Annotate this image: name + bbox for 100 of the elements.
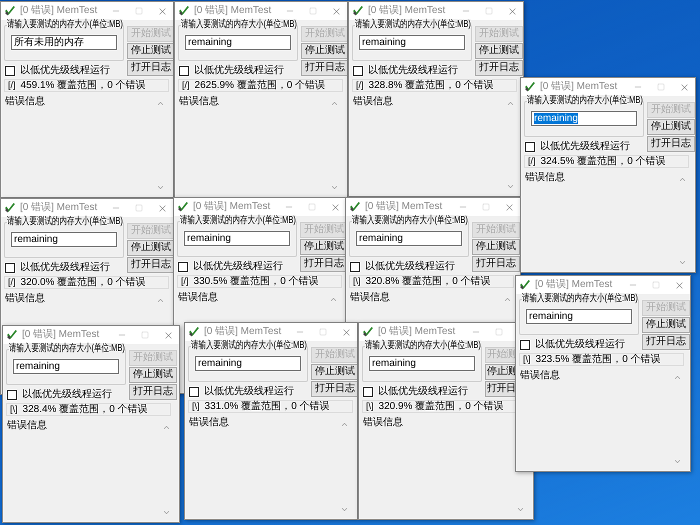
- maximize-icon[interactable]: [135, 7, 143, 15]
- maximize-icon[interactable]: [135, 204, 143, 212]
- window-title: [0 错误] MemTest: [22, 330, 100, 340]
- scroll-up-icon[interactable]: [340, 420, 348, 429]
- spinner-text: [/]: [8, 81, 16, 90]
- action-button[interactable]: 停止测试: [472, 239, 520, 255]
- checkbox-label: 以低优先级线程运行: [368, 66, 458, 76]
- checkbox[interactable]: [179, 66, 189, 76]
- checkbox[interactable]: [5, 66, 15, 76]
- status-text: 320.0% 覆盖范围，0 个错误: [20, 278, 146, 288]
- checkbox[interactable]: [525, 142, 535, 152]
- scroll-up-icon[interactable]: [678, 175, 686, 184]
- close-icon[interactable]: [163, 330, 174, 340]
- maximize-icon[interactable]: [652, 281, 660, 289]
- scroll-down-icon[interactable]: [330, 183, 338, 192]
- action-button[interactable]: 打开日志: [475, 60, 523, 76]
- action-button[interactable]: 停止测试: [127, 43, 173, 59]
- log-label: 错误信息: [352, 97, 393, 107]
- window-title: [0 错误] MemTest: [368, 6, 446, 16]
- scroll-down-icon[interactable]: [340, 505, 348, 514]
- close-icon[interactable]: [157, 6, 168, 16]
- scroll-down-icon[interactable]: [162, 508, 170, 517]
- checkbox[interactable]: [5, 263, 15, 273]
- close-icon[interactable]: [507, 6, 518, 16]
- size-field[interactable]: remaining: [359, 35, 465, 50]
- action-button[interactable]: 打开日志: [127, 60, 173, 76]
- checkmark-icon: [188, 326, 200, 338]
- scroll-down-icon[interactable]: [506, 182, 514, 191]
- checkbox[interactable]: [363, 387, 373, 397]
- action-button[interactable]: 停止测试: [127, 240, 173, 256]
- scroll-down-icon[interactable]: [672, 457, 682, 466]
- close-icon[interactable]: [341, 326, 352, 338]
- scroll-up-icon[interactable]: [502, 295, 512, 304]
- scroll-down-icon[interactable]: [678, 258, 686, 267]
- action-button[interactable]: 打开日: [485, 381, 515, 397]
- maximize-icon[interactable]: [495, 328, 503, 336]
- action-button[interactable]: 停止测试: [647, 119, 695, 135]
- size-field[interactable]: remaining: [526, 309, 632, 324]
- close-icon[interactable]: [674, 280, 685, 290]
- maximize-icon[interactable]: [141, 331, 149, 339]
- action-button[interactable]: 打开日志: [647, 136, 695, 152]
- checkbox[interactable]: [178, 262, 188, 272]
- close-icon[interactable]: [331, 6, 342, 16]
- spinner-text: [\]: [523, 355, 531, 364]
- action-button[interactable]: 停止测试: [129, 367, 177, 383]
- checkbox[interactable]: [350, 262, 360, 272]
- action-button[interactable]: 打开日志: [472, 256, 520, 272]
- size-field[interactable]: remaining: [13, 359, 119, 374]
- maximize-icon[interactable]: [485, 7, 493, 15]
- maximize-icon[interactable]: [657, 83, 665, 91]
- window-title: [0 错误] MemTest: [365, 202, 442, 212]
- scroll-up-icon[interactable]: [162, 423, 170, 432]
- size-field[interactable]: remaining: [185, 35, 291, 50]
- maximize-icon[interactable]: [308, 203, 316, 211]
- action-button[interactable]: 打开日志: [301, 60, 347, 76]
- log-label: 错误信息: [177, 293, 218, 303]
- close-icon[interactable]: [679, 82, 690, 92]
- scroll-up-icon[interactable]: [156, 99, 164, 108]
- status-text: 2625.9% 覆盖范围，0 个错误: [194, 80, 326, 90]
- size-field[interactable]: remaining: [356, 231, 462, 246]
- scroll-down-icon[interactable]: [156, 183, 164, 192]
- action-button[interactable]: 打开日志: [311, 381, 357, 397]
- action-button[interactable]: 打开日志: [129, 384, 177, 400]
- size-field[interactable]: remaining: [195, 356, 301, 371]
- checkbox[interactable]: [520, 340, 530, 350]
- maximize-icon[interactable]: [482, 203, 490, 211]
- action-button[interactable]: 停止测: [485, 364, 515, 380]
- maximize-icon[interactable]: [309, 7, 317, 15]
- checkbox[interactable]: [7, 390, 17, 400]
- close-icon[interactable]: [157, 202, 168, 214]
- scroll-up-icon[interactable]: [506, 99, 514, 108]
- action-button[interactable]: 停止测试: [642, 317, 690, 333]
- close-icon[interactable]: [504, 202, 515, 212]
- checkbox[interactable]: [189, 387, 199, 397]
- scroll-up-icon[interactable]: [672, 373, 682, 382]
- checkbox[interactable]: [353, 66, 363, 76]
- size-field[interactable]: remaining: [184, 231, 290, 246]
- close-icon[interactable]: [330, 202, 341, 212]
- action-button[interactable]: 停止测试: [301, 43, 347, 59]
- action-button[interactable]: 停止测试: [311, 364, 357, 380]
- action-button[interactable]: 打开日志: [642, 334, 690, 350]
- action-button[interactable]: 打开日志: [127, 257, 173, 273]
- window-title: [0 错误] MemTest: [378, 327, 456, 337]
- scroll-down-icon[interactable]: [516, 505, 524, 514]
- scroll-up-icon[interactable]: [328, 295, 338, 304]
- status-text: 323.5% 覆盖范围，0 个错误: [536, 354, 661, 364]
- scroll-up-icon[interactable]: [330, 99, 338, 108]
- size-field[interactable]: remaining: [369, 356, 475, 371]
- scroll-up-icon[interactable]: [156, 296, 164, 305]
- action-button[interactable]: 停止测试: [300, 239, 346, 255]
- status-text: 459.1% 覆盖范围，0 个错误: [20, 80, 146, 90]
- size-field[interactable]: remaining: [11, 232, 117, 247]
- checkmark-icon: [519, 279, 531, 291]
- spinner-text: [\]: [10, 405, 18, 414]
- size-field[interactable]: remaining: [531, 111, 637, 126]
- action-button[interactable]: 打开日志: [300, 256, 346, 272]
- log-label: 错误信息: [178, 97, 219, 107]
- size-field[interactable]: 所有未用的内存: [11, 35, 117, 50]
- maximize-icon[interactable]: [319, 328, 327, 336]
- action-button[interactable]: 停止测试: [475, 43, 523, 59]
